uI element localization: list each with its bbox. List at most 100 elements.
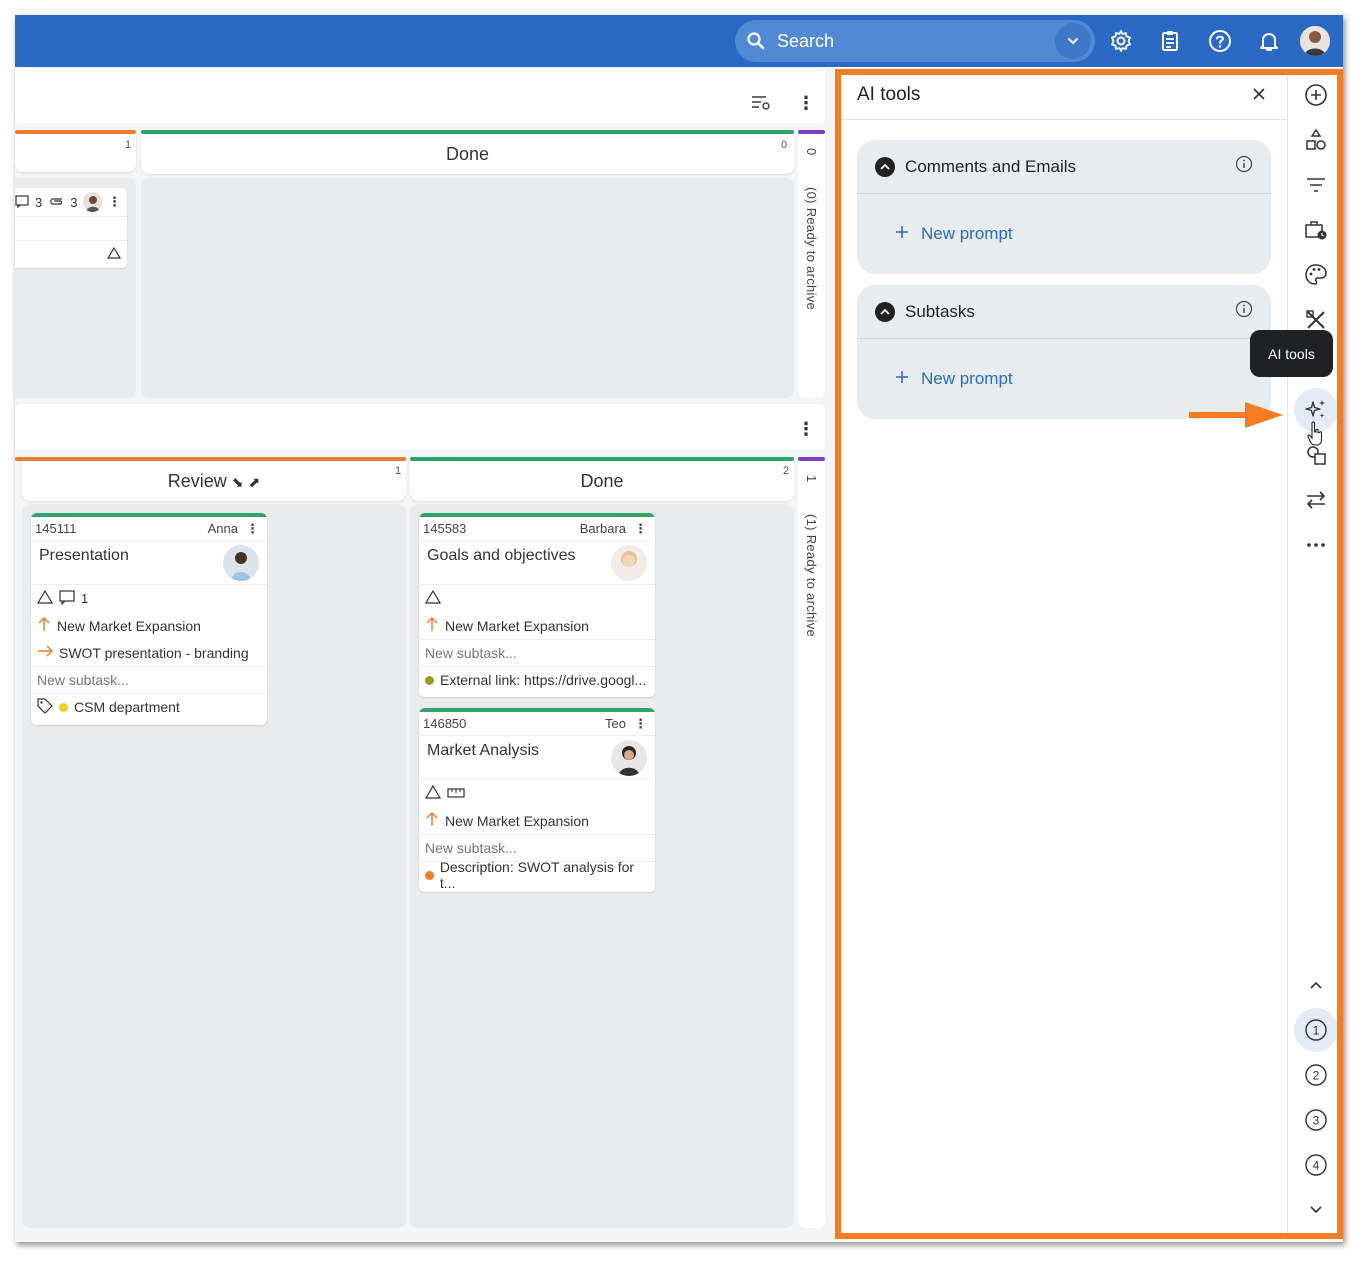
task-card-partial[interactable]: 3 3 ⋮ <box>15 188 127 268</box>
ai-tools-panel: AI tools Comments and Emails New prompt … <box>837 70 1287 1238</box>
status-dot <box>425 675 434 685</box>
lane-header-upper <box>15 67 825 123</box>
parent-task-link[interactable]: New Market Expansion <box>445 618 589 634</box>
gear-icon[interactable] <box>1105 25 1137 57</box>
new-prompt-label: New prompt <box>921 369 1013 388</box>
section-title[interactable]: Comments and Emails <box>905 157 1076 177</box>
task-owner: Anna <box>207 521 238 536</box>
task-card[interactable]: 145111 Anna ⋮ Presentation 1 New Market E… <box>31 513 267 725</box>
plane-landing-icon: ⬊ <box>231 474 244 490</box>
page-4-button[interactable]: 4 <box>1294 1143 1338 1187</box>
task-owner: Teo <box>605 716 626 731</box>
top-bar: Search <box>15 15 1343 67</box>
briefcase-clock-icon[interactable] <box>1294 208 1338 252</box>
shapes-icon[interactable] <box>1294 118 1338 162</box>
right-toolbar: 1 2 3 4 <box>1287 70 1343 1238</box>
custom-field-value[interactable]: Description: SWOT analysis for t... <box>440 859 649 891</box>
page-2-button[interactable]: 2 <box>1294 1053 1338 1097</box>
column-label: (1) Ready to archive <box>804 514 819 638</box>
plus-icon <box>895 224 909 244</box>
arrow-up-icon <box>37 616 51 635</box>
close-icon[interactable] <box>1247 82 1271 106</box>
lane-menu-icon[interactable]: ⋮ <box>797 93 815 114</box>
tag-label[interactable]: CSM department <box>74 699 180 715</box>
lane-header-lower <box>15 404 825 450</box>
filter-icon[interactable] <box>1294 163 1338 207</box>
column-count: 1 <box>804 475 819 483</box>
task-card[interactable]: 145583 Barbara ⋮ Goals and objectives New… <box>419 513 655 697</box>
panel-title: AI tools <box>857 84 921 105</box>
kanban-board: ⋮ 1 3 3 ⋮ Done 0 0 (0) Ready to archive … <box>15 67 833 1242</box>
chevron-down-icon[interactable] <box>1055 23 1091 59</box>
new-prompt-label: New prompt <box>921 224 1013 243</box>
avatar <box>611 740 647 776</box>
task-title[interactable]: Market Analysis <box>427 742 539 759</box>
arrow-up-icon <box>425 616 439 635</box>
tag-icon <box>37 697 53 717</box>
column-header-left <box>15 134 136 172</box>
column-count: 1 <box>392 465 405 477</box>
page-number: 4 <box>1313 1159 1320 1173</box>
search-box[interactable]: Search <box>735 20 1095 62</box>
comment-count: 3 <box>35 194 43 210</box>
card-menu-icon[interactable]: ⋮ <box>634 716 647 732</box>
new-prompt-button[interactable]: New prompt <box>857 194 1271 274</box>
board-settings-icon[interactable] <box>751 95 771 116</box>
parent-task-link[interactable]: New Market Expansion <box>445 813 589 829</box>
task-owner: Barbara <box>579 521 626 536</box>
priority-triangle-icon <box>106 246 122 262</box>
comment-icon <box>59 589 75 608</box>
avatar <box>83 192 102 212</box>
column-lane-done <box>141 178 794 398</box>
column-header-review: Review ⬊ ⬈ <box>22 461 406 501</box>
task-card[interactable]: 146850 Teo ⋮ Market Analysis New Market E… <box>419 708 655 892</box>
chevron-up-icon[interactable] <box>875 301 895 322</box>
swap-arrows-icon[interactable] <box>1294 478 1338 522</box>
page-number: 2 <box>1313 1069 1320 1083</box>
clipboard-icon[interactable] <box>1154 25 1186 57</box>
palette-icon[interactable] <box>1294 253 1338 297</box>
add-circle-icon[interactable] <box>1294 73 1338 117</box>
page-3-button[interactable]: 3 <box>1294 1098 1338 1142</box>
search-icon <box>735 20 777 62</box>
page-1-button[interactable]: 1 <box>1294 1008 1338 1052</box>
bell-icon[interactable] <box>1253 25 1285 57</box>
chevron-up-icon[interactable] <box>1294 963 1338 1007</box>
lane-menu-icon[interactable]: ⋮ <box>797 419 815 440</box>
task-id: 146850 <box>423 716 467 731</box>
column-label: Review <box>167 471 227 491</box>
new-subtask-input[interactable]: New subtask... <box>37 672 129 688</box>
priority-triangle-icon <box>424 589 442 607</box>
search-input[interactable]: Search <box>777 31 1055 52</box>
custom-field-value[interactable]: External link: https://drive.googl... <box>440 672 646 688</box>
task-title[interactable]: Goals and objectives <box>427 547 576 564</box>
linked-task-link[interactable]: SWOT presentation - branding <box>59 645 249 661</box>
card-menu-icon[interactable]: ⋮ <box>634 521 647 537</box>
chevron-up-icon[interactable] <box>875 156 895 177</box>
page-number: 1 <box>1313 1024 1320 1038</box>
column-label: (0) Ready to archive <box>804 187 819 311</box>
pointer-arrow <box>1189 402 1283 428</box>
chevron-down-icon[interactable] <box>1294 1188 1338 1232</box>
info-icon[interactable] <box>1235 300 1253 323</box>
section-subtasks: Subtasks New prompt <box>857 285 1271 419</box>
card-menu-icon[interactable]: ⋮ <box>108 194 121 210</box>
new-subtask-input[interactable]: New subtask... <box>425 840 517 856</box>
hand-cursor-icon <box>1307 421 1323 446</box>
comment-count: 1 <box>81 591 89 606</box>
page-number: 3 <box>1313 1114 1320 1128</box>
section-title[interactable]: Subtasks <box>905 302 975 322</box>
card-menu-icon[interactable]: ⋮ <box>246 521 259 537</box>
parent-task-link[interactable]: New Market Expansion <box>57 618 201 634</box>
new-subtask-input[interactable]: New subtask... <box>425 645 517 661</box>
task-title[interactable]: Presentation <box>39 547 129 564</box>
avatar <box>611 545 647 581</box>
column-count: 0 <box>778 139 791 151</box>
avatar[interactable] <box>1300 26 1330 56</box>
priority-triangle-icon <box>424 784 442 802</box>
info-icon[interactable] <box>1235 155 1253 178</box>
more-horizontal-icon[interactable] <box>1294 523 1338 567</box>
column-header-done: Done <box>141 134 794 174</box>
help-icon[interactable] <box>1204 25 1236 57</box>
column-header-done: Done <box>410 461 794 501</box>
